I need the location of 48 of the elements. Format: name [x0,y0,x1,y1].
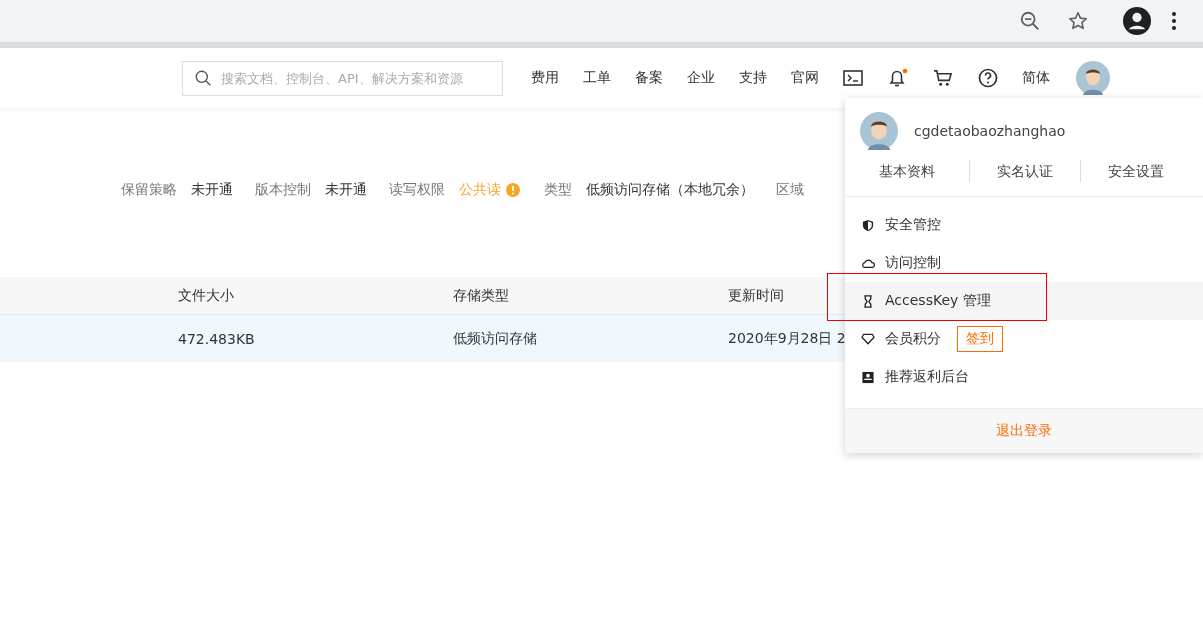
info-value: 低频访问存储（本地冗余） [586,181,754,199]
info-value: 未开通 [325,181,367,199]
menu-item[interactable]: AccessKey 管理 [845,282,1203,320]
nav-link[interactable]: 备案 [635,69,663,87]
profile-link[interactable]: 实名认证 [969,160,1080,182]
info-label: 版本控制 [255,181,311,199]
search-field[interactable]: 搜索文档、控制台、API、解决方案和资源 [182,60,503,96]
info-label: 类型 [544,181,572,199]
table-cell-text: 472.483KB [178,330,256,347]
cart-icon[interactable] [933,68,954,88]
star-icon[interactable] [1067,10,1089,32]
cloud-icon [861,257,875,269]
info-label: 区域 [776,181,804,199]
profile-icon[interactable] [1123,7,1151,35]
terminal-icon[interactable] [843,70,863,86]
column-header: 存储类型 [453,286,510,305]
info-label: 读写权限 [389,181,445,199]
table-cell-text: 低频访问存储 [453,329,538,348]
inbox-icon [861,370,875,384]
nav-link[interactable]: 官网 [791,69,819,87]
menu-item[interactable]: 推荐返利后台 [845,358,1203,396]
username: cgdetaobaozhanghao [914,123,1066,139]
menu-item[interactable]: 访问控制 [845,244,1203,282]
nav-link[interactable]: 费用 [531,69,559,87]
shield-icon [861,218,875,232]
avatar-icon [860,112,898,150]
diamond-icon [861,333,875,345]
menu-item[interactable]: 会员积分 签到 [845,320,1203,358]
avatar-icon[interactable] [1076,61,1110,95]
zoom-out-icon[interactable] [1019,10,1041,32]
warning-icon [506,183,520,197]
info-value: 公共读 [459,181,501,199]
help-icon[interactable] [978,68,998,88]
nav-link[interactable]: 工单 [583,69,611,87]
menu-icon[interactable] [1171,11,1177,31]
language-link[interactable]: 简体 [1022,69,1050,87]
table-cell: 2020年9月28日 2 [728,329,846,348]
nav-link[interactable]: 支持 [739,69,767,87]
profile-link[interactable]: 基本资料 [845,160,969,182]
menu-item[interactable]: 安全管控 [845,206,1203,244]
profile-link[interactable]: 安全设置 [1080,160,1191,182]
bell-icon[interactable] [887,67,909,89]
nav-link[interactable]: 企业 [687,69,715,87]
info-label: 保留策略 [121,181,177,199]
search-icon [195,69,212,87]
column-header: 文件大小 [178,286,235,305]
column-header: 更新时间 [728,286,784,305]
info-value: 未开通 [191,181,233,199]
